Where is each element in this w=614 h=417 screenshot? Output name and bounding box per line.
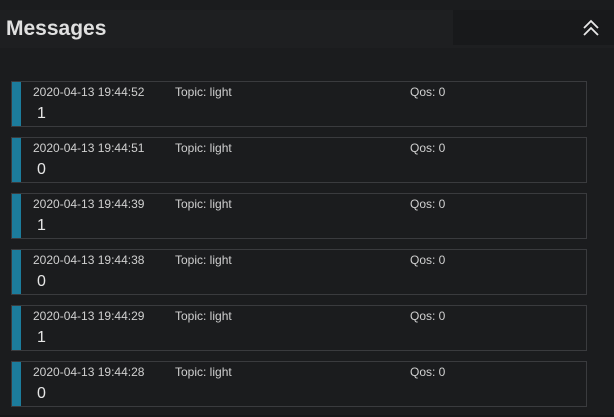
message-item[interactable]: 2020-04-13 19:44:51 Topic: light Qos: 0 … <box>11 137 587 183</box>
message-accent-bar <box>12 250 21 294</box>
message-payload: 0 <box>37 161 46 178</box>
message-item[interactable]: 2020-04-13 19:44:39 Topic: light Qos: 0 … <box>11 193 587 239</box>
message-topic: Topic: light <box>175 197 232 211</box>
message-topic: Topic: light <box>175 85 232 99</box>
message-payload: 1 <box>37 105 46 122</box>
message-timestamp: 2020-04-13 19:44:39 <box>33 197 145 211</box>
message-accent-bar <box>12 306 21 350</box>
message-topic: Topic: light <box>175 309 232 323</box>
message-item[interactable]: 2020-04-13 19:44:38 Topic: light Qos: 0 … <box>11 249 587 295</box>
message-qos: Qos: 0 <box>410 253 446 267</box>
message-accent-bar <box>12 138 21 182</box>
message-payload: 0 <box>37 385 46 402</box>
message-qos: Qos: 0 <box>410 309 446 323</box>
message-payload: 1 <box>37 217 46 234</box>
collapse-button[interactable] <box>576 14 606 44</box>
message-topic: Topic: light <box>175 365 232 379</box>
double-chevron-up-icon <box>583 19 599 36</box>
message-timestamp: 2020-04-13 19:44:29 <box>33 309 145 323</box>
messages-panel: Messages 2020-04-13 19:44:52 Topic: ligh… <box>0 0 614 415</box>
message-item[interactable]: 2020-04-13 19:44:52 Topic: light Qos: 0 … <box>11 81 587 127</box>
message-item[interactable]: 2020-04-13 19:44:28 Topic: light Qos: 0 … <box>11 361 587 407</box>
message-timestamp: 2020-04-13 19:44:38 <box>33 253 145 267</box>
message-accent-bar <box>12 82 21 126</box>
panel-title: Messages <box>6 17 107 40</box>
message-payload: 0 <box>37 273 46 290</box>
message-item[interactable]: 2020-04-13 19:44:29 Topic: light Qos: 0 … <box>11 305 587 351</box>
message-topic: Topic: light <box>175 141 232 155</box>
message-timestamp: 2020-04-13 19:44:28 <box>33 365 145 379</box>
message-qos: Qos: 0 <box>410 365 446 379</box>
message-timestamp: 2020-04-13 19:44:52 <box>33 85 145 99</box>
message-list: 2020-04-13 19:44:52 Topic: light Qos: 0 … <box>11 81 587 417</box>
message-topic: Topic: light <box>175 253 232 267</box>
message-accent-bar <box>12 194 21 238</box>
message-accent-bar <box>12 362 21 406</box>
message-qos: Qos: 0 <box>410 85 446 99</box>
message-qos: Qos: 0 <box>410 141 446 155</box>
message-payload: 1 <box>37 329 46 346</box>
message-timestamp: 2020-04-13 19:44:51 <box>33 141 145 155</box>
message-qos: Qos: 0 <box>410 197 446 211</box>
